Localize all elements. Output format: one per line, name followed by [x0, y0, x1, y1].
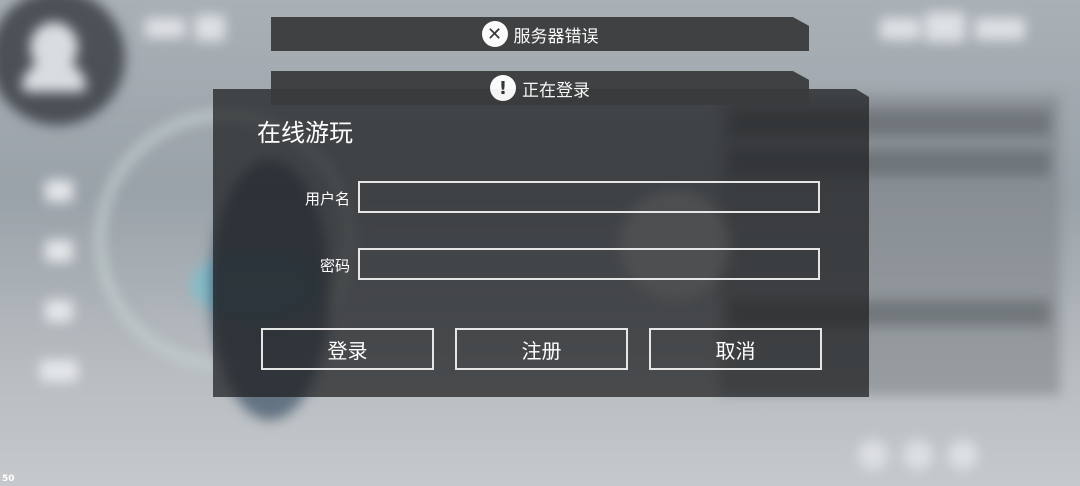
fps-counter: 50 [2, 474, 15, 484]
username-label: 用户名 [304, 190, 350, 208]
sidebar-block [40, 360, 78, 382]
top-bar-block [975, 18, 1025, 40]
exclamation-circle-icon: ! [490, 75, 516, 101]
logging-in-notification: ! 正在登录 [271, 71, 809, 105]
top-bar-block [145, 18, 185, 38]
top-bar-block [880, 18, 920, 40]
bottom-button-shape [903, 440, 933, 470]
password-field[interactable] [358, 248, 820, 280]
sidebar-block [45, 300, 73, 322]
register-button[interactable]: 注册 [455, 328, 628, 370]
notification-text: 正在登录 [522, 80, 590, 101]
login-button[interactable]: 登录 [261, 328, 434, 370]
online-play-dialog: 在线游玩 用户名 密码 登录 注册 取消 [213, 89, 869, 397]
server-error-notification: ✕ 服务器错误 [271, 17, 809, 51]
password-label: 密码 [319, 257, 350, 275]
sidebar-block [45, 180, 73, 202]
top-bar-block [195, 15, 225, 41]
close-circle-icon: ✕ [481, 21, 508, 47]
dialog-title: 在线游玩 [257, 119, 353, 147]
top-bar-block [925, 12, 965, 42]
bottom-button-shape [948, 440, 978, 470]
cancel-button[interactable]: 取消 [649, 328, 822, 370]
bottom-button-shape [858, 440, 888, 470]
username-field[interactable] [358, 181, 820, 213]
avatar-body-shape [22, 62, 86, 92]
notification-text: 服务器错误 [513, 26, 599, 47]
sidebar-block [45, 240, 73, 262]
